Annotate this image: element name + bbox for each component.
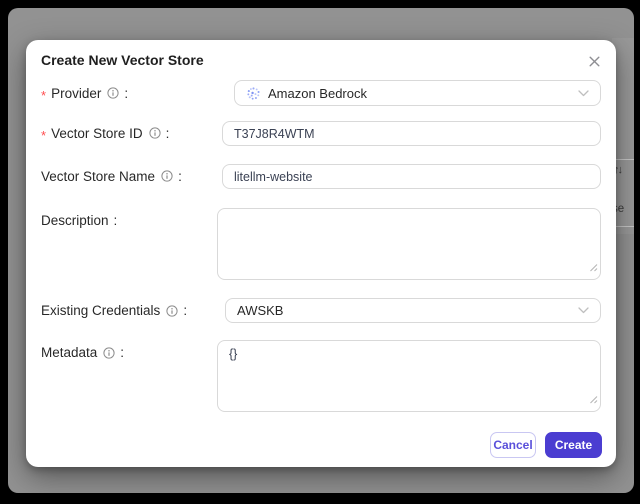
info-icon[interactable] xyxy=(103,346,115,359)
label-colon: : xyxy=(178,168,182,184)
background-table-divider xyxy=(615,226,634,227)
provider-select-value: Amazon Bedrock xyxy=(268,85,367,101)
existing-credentials-label: Existing Credentials : xyxy=(41,298,187,323)
vector-store-name-label-text: Vector Store Name xyxy=(41,168,156,184)
provider-label-text: Provider xyxy=(51,85,102,101)
required-marker: * xyxy=(41,87,47,103)
existing-credentials-label-text: Existing Credentials xyxy=(41,303,161,318)
required-marker: * xyxy=(41,127,47,143)
description-field-wrap xyxy=(217,208,601,280)
description-textarea[interactable] xyxy=(217,208,601,280)
cancel-button[interactable]: Cancel xyxy=(490,432,536,458)
label-colon: : xyxy=(183,303,188,318)
info-icon[interactable] xyxy=(166,304,178,317)
description-label: Description : xyxy=(41,208,117,233)
provider-label: * Provider : xyxy=(41,80,128,106)
dimmed-app-window: ↑↓ se Create New Vector Store * Provider xyxy=(8,8,634,493)
chevron-down-icon xyxy=(578,89,589,97)
vector-store-name-label: Vector Store Name : xyxy=(41,163,182,189)
screen: ↑↓ se Create New Vector Store * Provider xyxy=(0,0,640,504)
description-label-text: Description xyxy=(41,213,109,228)
chevron-down-icon xyxy=(578,307,589,314)
bedrock-icon xyxy=(246,86,261,101)
label-colon: : xyxy=(165,125,170,141)
close-icon[interactable] xyxy=(584,51,604,71)
metadata-label: Metadata : xyxy=(41,340,124,365)
label-colon: : xyxy=(113,213,118,228)
vector-store-id-input[interactable] xyxy=(222,121,601,146)
info-icon[interactable] xyxy=(149,127,161,139)
existing-credentials-select-value: AWSKB xyxy=(237,303,284,318)
metadata-field-wrap: {} xyxy=(217,340,601,412)
label-colon: : xyxy=(124,85,129,101)
create-button[interactable]: Create xyxy=(545,432,602,458)
vector-store-id-label-text: Vector Store ID xyxy=(51,125,143,141)
dialog-title: Create New Vector Store xyxy=(41,52,204,68)
info-icon[interactable] xyxy=(161,170,173,182)
background-table-divider xyxy=(615,159,634,160)
provider-select[interactable]: Amazon Bedrock xyxy=(234,80,601,106)
vector-store-name-input[interactable] xyxy=(222,164,601,189)
label-colon: : xyxy=(120,345,125,360)
vector-store-id-label: * Vector Store ID : xyxy=(41,120,169,146)
info-icon[interactable] xyxy=(107,87,119,99)
existing-credentials-select[interactable]: AWSKB xyxy=(225,298,601,323)
metadata-textarea[interactable]: {} xyxy=(217,340,601,412)
metadata-label-text: Metadata xyxy=(41,345,98,360)
create-vector-store-dialog: Create New Vector Store * Provider: Ama… xyxy=(26,40,616,467)
